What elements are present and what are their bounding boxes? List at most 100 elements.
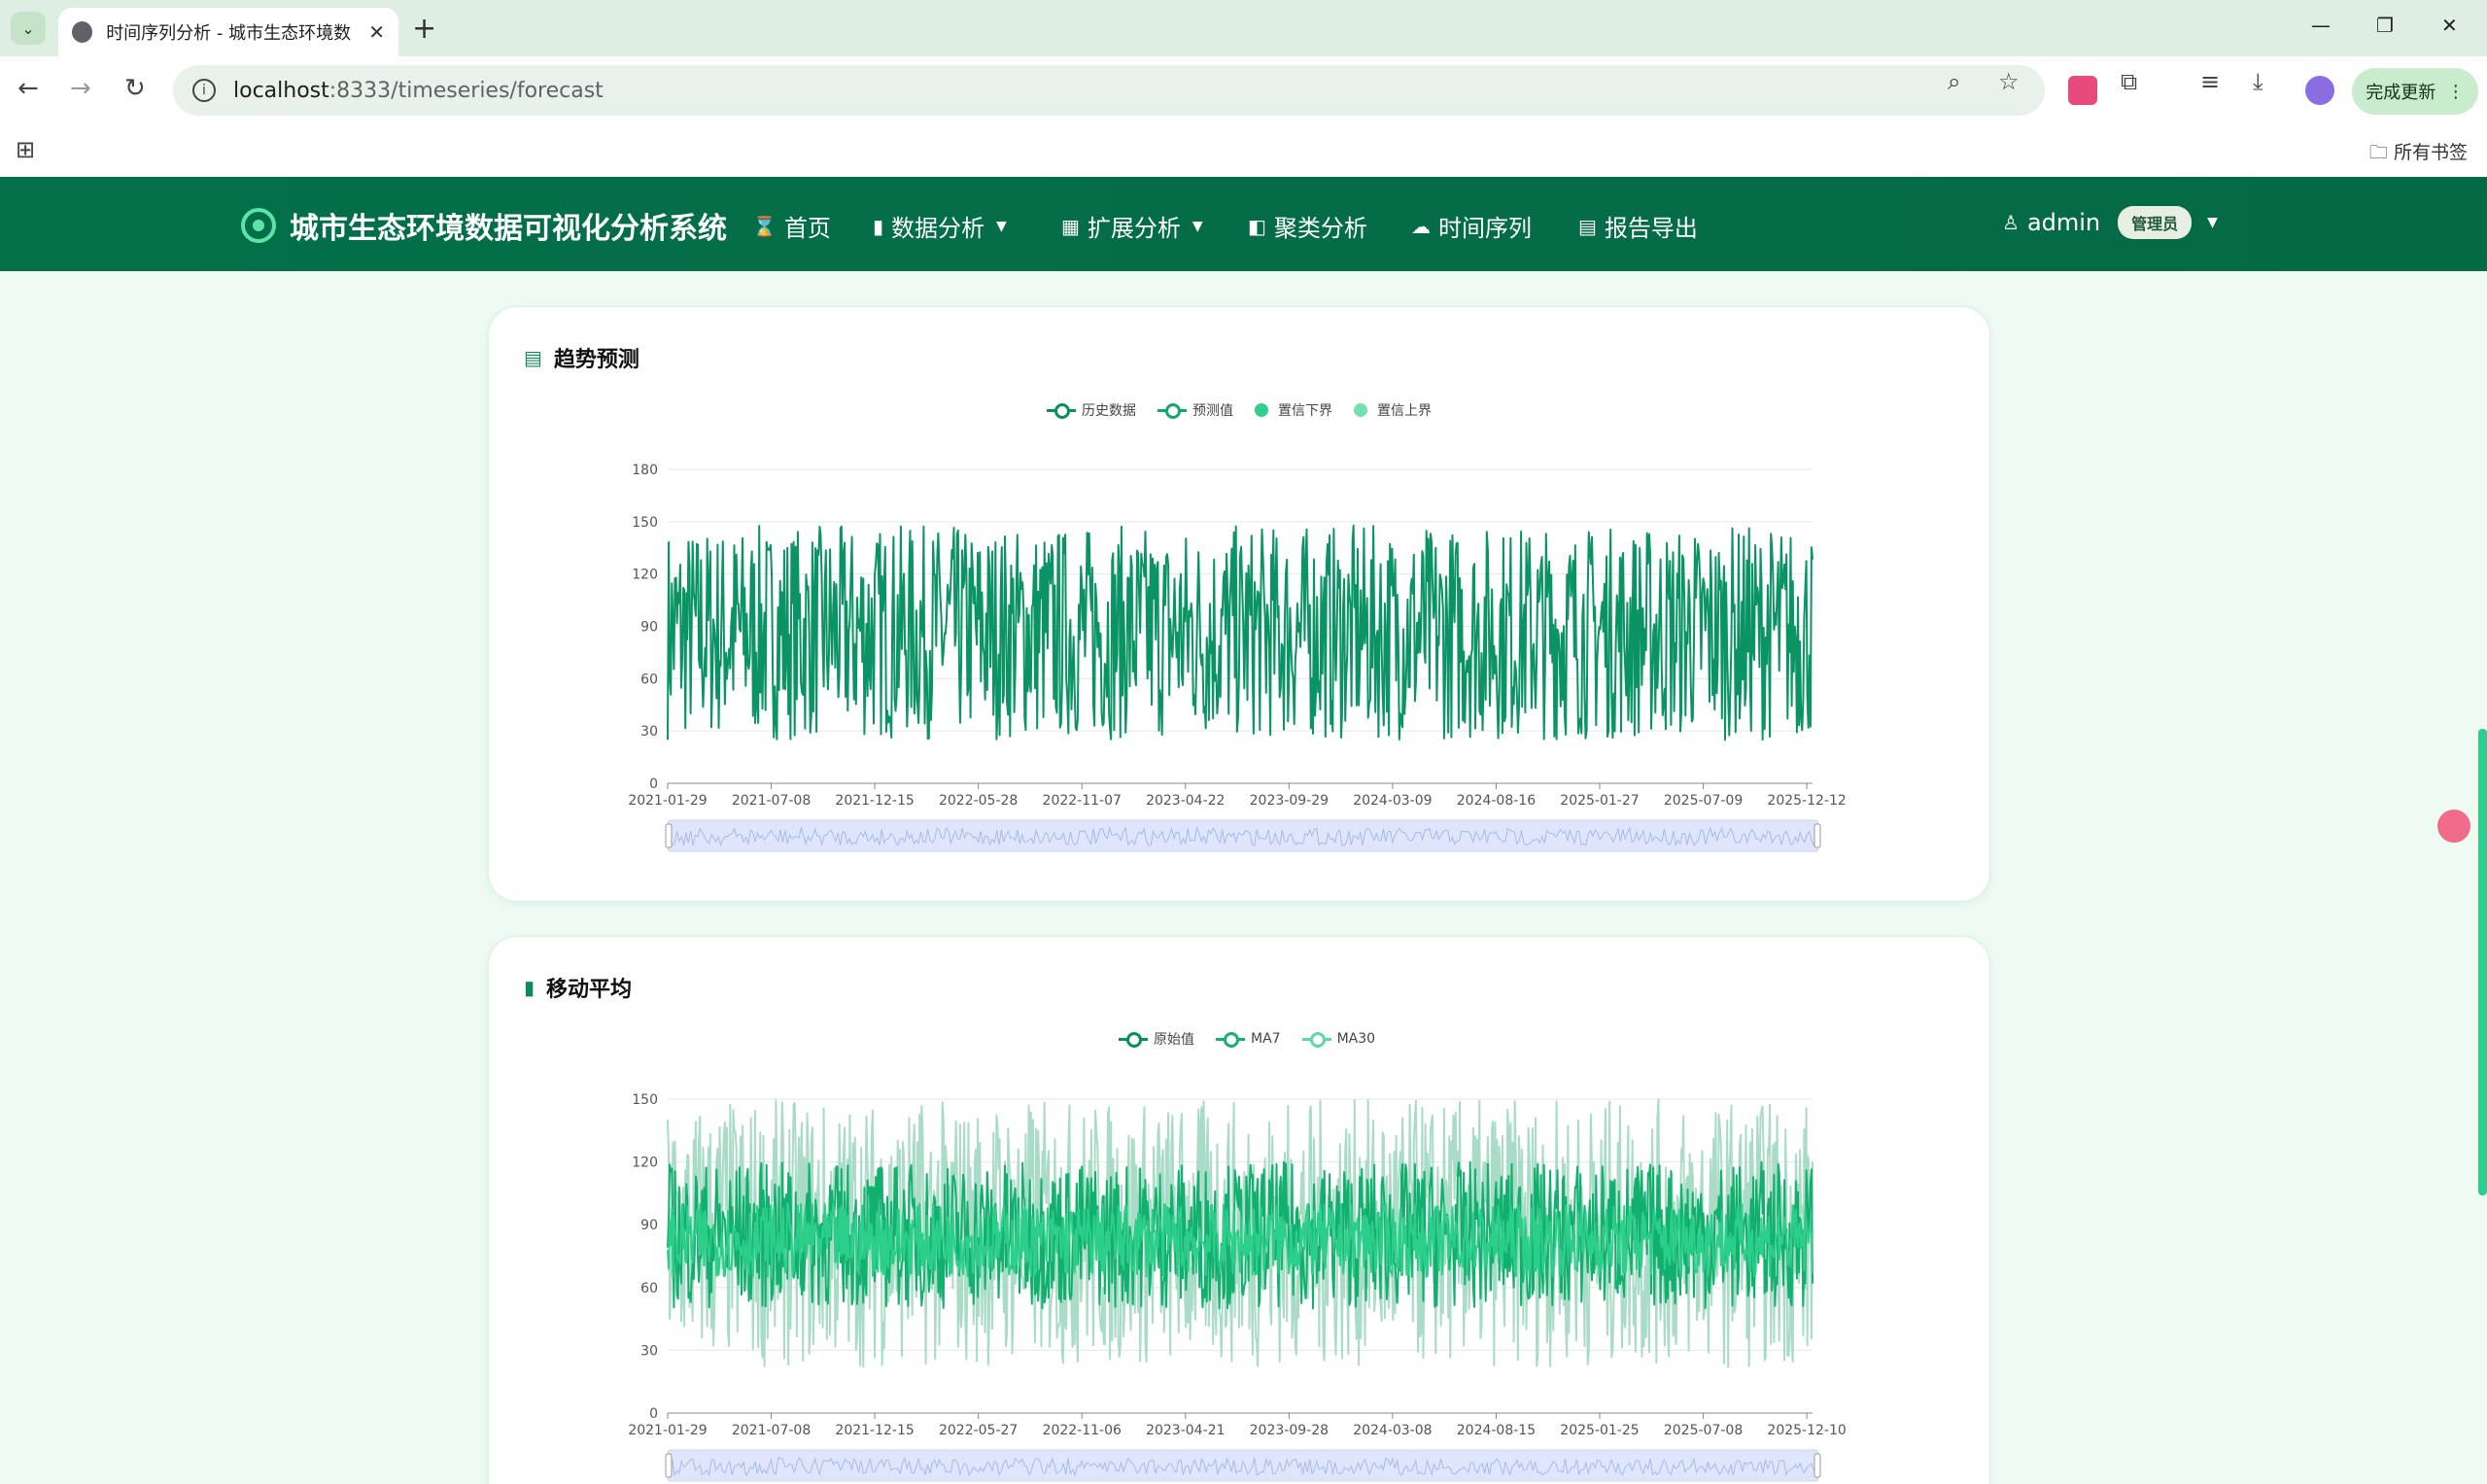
all-bookmarks[interactable]: 🗀 所有书签 [2369,138,2468,170]
series-line [667,524,1813,742]
caret-down-icon: ▼ [1192,218,1203,234]
x-tick-label: 2022-11-06 [1043,1423,1122,1438]
browser-toolbar: ← → ↻ i localhost:8333/timeseries/foreca… [0,56,2487,126]
download-icon[interactable]: ⤓ [2253,68,2263,95]
x-tick-label: 2023-09-29 [1250,793,1329,809]
x-tick-label: 2025-07-09 [1664,793,1743,809]
x-tick-label: 2024-03-09 [1353,793,1432,809]
x-tick-label: 2021-12-15 [835,1423,914,1438]
translate-float-icon[interactable] [2437,810,2470,843]
x-tick-label: 2021-01-29 [628,793,707,809]
y-tick-label: 60 [640,1281,658,1296]
x-tick-label: 2022-05-28 [939,793,1018,809]
y-tick-label: 0 [649,1406,658,1422]
y-tick-label: 180 [632,463,658,478]
update-button[interactable]: 完成更新 ⋮ [2352,68,2478,115]
restore-icon[interactable]: ❐ [2376,14,2394,37]
x-tick-label: 2023-04-22 [1146,793,1225,809]
x-tick-label: 2021-07-08 [732,1423,811,1438]
window-close-icon[interactable]: ✕ [2441,14,2458,37]
x-tick-label: 2023-04-21 [1146,1423,1225,1438]
media-icon[interactable]: ≡ [2200,68,2220,95]
cloud-icon: ☁ [1411,214,1431,238]
y-tick-label: 90 [640,1218,658,1233]
data-zoom-handle-right [1813,823,1821,848]
caret-down-icon: ▼ [996,218,1007,234]
back-icon[interactable]: ← [17,74,39,103]
y-tick-label: 30 [640,724,658,740]
new-tab-icon[interactable]: + [412,12,436,46]
role-badge: 管理员 [2118,206,2193,239]
y-tick-label: 60 [640,672,658,687]
x-tick-label: 2022-11-07 [1043,793,1122,809]
y-tick-label: 30 [640,1343,658,1359]
data-zoom-handle-left [665,823,673,848]
x-tick-label: 2025-07-08 [1664,1423,1743,1438]
forecast-chart[interactable]: 0 30 60 90 120 150 180 2021-01-29 2021-07-08 2021… [489,307,1991,903]
apps-icon[interactable]: ⊞ [16,136,35,163]
url-text: localhost:8333/timeseries/forecast [233,78,604,103]
x-tick-label: 2024-03-08 [1353,1423,1432,1438]
y-tick-label: 120 [632,1156,658,1171]
globe-icon [72,21,93,43]
tab-search-icon[interactable]: ⌄ [11,12,46,45]
nav-item-data-analysis[interactable]: ▮ 数据分析 ▼ [873,209,1007,243]
nav-item-home[interactable]: ⌛ 首页 [752,209,831,243]
document-icon: ▤ [1578,214,1597,238]
x-tick-label: 2022-05-27 [939,1423,1018,1438]
forecast-card: ▤ 趋势预测 历史数据 预测值 置信下界 置信上界 0 30 60 90 120 150 1… [488,306,1990,902]
x-tick-label: 2021-12-15 [835,793,914,809]
brand[interactable]: 城市生态环境数据可视化分析系统 [241,204,727,247]
y-tick-label: 90 [640,620,658,636]
profile-icon[interactable] [2305,76,2334,105]
extensions-icon[interactable]: ⧉ [2121,68,2137,95]
data-zoom-handle-left [665,1453,673,1478]
user-icon: ♙ [2002,211,2020,234]
bookmarks-bar: ⊞ 🗀 所有书签 [0,126,2487,177]
x-tick-label: 2025-01-25 [1560,1423,1639,1438]
zoom-icon[interactable]: ⌕ [1948,68,1960,95]
scrollbar[interactable] [2478,729,2487,1195]
x-tick-label: 2025-01-27 [1560,793,1639,809]
user-menu[interactable]: ♙ admin 管理员 ▼ [2002,206,2218,239]
x-tick-label: 2025-12-12 [1767,793,1846,809]
app-navbar: 城市生态环境数据可视化分析系统 ⌛ 首页 ▮ 数据分析 ▼ ▦ 扩展分析 ▼ ◧ 聚类分析 … [0,177,2487,271]
y-tick-label: 150 [632,515,658,531]
data-zoom-slider [667,819,1819,852]
nav-item-extended-analysis[interactable]: ▦ 扩展分析 ▼ [1061,209,1203,243]
layout-icon: ◧ [1248,214,1266,238]
caret-down-icon: ▼ [2207,215,2218,230]
x-tick-label: 2024-08-15 [1457,1423,1536,1438]
nav-item-report[interactable]: ▤ 报告导出 [1578,209,1698,243]
x-tick-label: 2024-08-16 [1457,793,1536,809]
x-tick-label: 2021-01-29 [628,1423,707,1438]
address-bar[interactable]: i localhost:8333/timeseries/forecast [173,65,2045,116]
close-icon[interactable]: ✕ [368,20,385,44]
browser-tab[interactable]: 时间序列分析 - 城市生态环境数 ✕ [58,8,398,56]
nav-item-cluster[interactable]: ◧ 聚类分析 [1248,209,1367,243]
grid-icon: ▦ [1061,214,1080,238]
translate-ext-icon[interactable] [2068,76,2097,105]
y-tick-label: 0 [649,777,658,792]
forward-icon[interactable]: → [70,74,91,103]
nav-item-timeseries[interactable]: ☁ 时间序列 [1411,209,1532,243]
x-tick-label: 2021-07-08 [732,793,811,809]
reload-icon[interactable]: ↻ [124,74,146,103]
y-tick-label: 150 [632,1092,658,1108]
hourglass-icon: ⌛ [752,214,777,238]
brand-name: 城市生态环境数据可视化分析系统 [290,212,727,246]
tab-title: 时间序列分析 - 城市生态环境数 [106,23,352,44]
bar-chart-icon: ▮ [873,214,884,238]
folder-icon: 🗀 [2368,142,2388,163]
moving-average-chart[interactable]: 0 30 60 90 120 150 2021-01-29 2021-07-08 2021-12… [489,937,1991,1484]
browser-tabbar: ⌄ 时间序列分析 - 城市生态环境数 ✕ + — ❐ ✕ [0,0,2487,56]
star-icon[interactable]: ☆ [1998,68,2020,95]
x-tick-label: 2023-09-28 [1250,1423,1329,1438]
data-zoom-handle-right [1813,1453,1821,1478]
info-icon[interactable]: i [192,79,216,102]
minimize-icon[interactable]: — [2311,14,2331,37]
y-tick-label: 120 [632,568,658,583]
username: admin [2026,209,2101,236]
x-tick-label: 2025-12-10 [1767,1423,1846,1438]
moving-average-card: ▮ 移动平均 原始值 MA7 MA30 0 30 60 90 120 150 2021-01… [488,936,1990,1484]
